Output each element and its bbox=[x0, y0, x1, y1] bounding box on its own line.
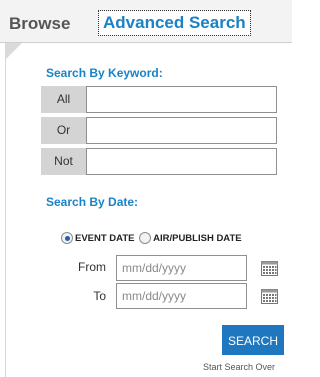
air-publish-date-radio[interactable] bbox=[139, 232, 152, 244]
from-label: From bbox=[78, 260, 106, 274]
date-type-radio-group: EVENT DATE AIR/PUBLISH DATE bbox=[61, 232, 244, 246]
to-label: To bbox=[93, 289, 106, 303]
air-publish-date-label: AIR/PUBLISH DATE bbox=[153, 232, 242, 244]
date-section-title: Search By Date: bbox=[46, 195, 139, 209]
calendar-icon[interactable] bbox=[261, 261, 278, 276]
keyword-input-or[interactable] bbox=[86, 117, 277, 144]
keyword-input-not[interactable] bbox=[86, 148, 277, 175]
search-button[interactable]: SEARCH bbox=[222, 325, 284, 355]
keyword-label-or: Or bbox=[41, 117, 86, 144]
to-date-input[interactable] bbox=[116, 283, 247, 309]
keyword-input-all[interactable] bbox=[86, 86, 277, 113]
panel-corner-decoration bbox=[6, 43, 22, 59]
keyword-row-all: All bbox=[41, 86, 277, 113]
tab-bar: Browse Advanced Search bbox=[0, 0, 292, 43]
event-date-label: EVENT DATE bbox=[75, 232, 135, 244]
tab-browse[interactable]: Browse bbox=[9, 14, 70, 34]
start-search-over-link[interactable]: Start Search Over bbox=[203, 362, 275, 372]
keyword-label-not: Not bbox=[41, 148, 86, 175]
from-date-input[interactable] bbox=[116, 255, 247, 281]
calendar-icon[interactable] bbox=[261, 289, 278, 304]
keyword-section-title: Search By Keyword: bbox=[46, 66, 163, 80]
keyword-row-or: Or bbox=[41, 117, 277, 144]
keyword-row-not: Not bbox=[41, 148, 277, 175]
event-date-radio[interactable] bbox=[61, 232, 73, 244]
keyword-label-all: All bbox=[41, 86, 86, 113]
tab-advanced-search[interactable]: Advanced Search bbox=[98, 10, 251, 36]
